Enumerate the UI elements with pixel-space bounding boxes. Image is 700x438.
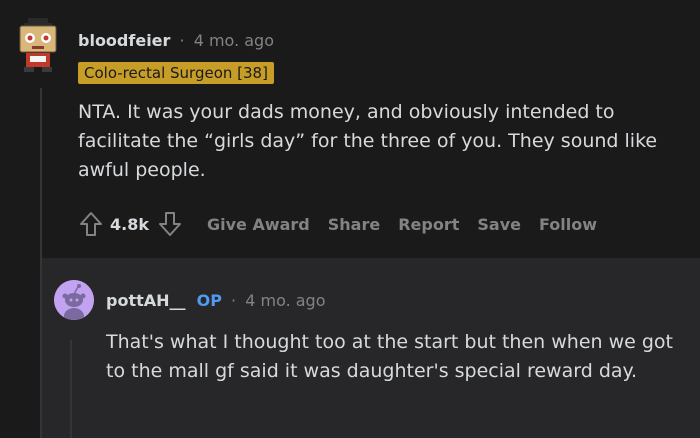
robot-box-avatar-icon <box>19 18 57 72</box>
op-badge: OP <box>196 291 222 310</box>
username[interactable]: bloodfeier <box>78 31 170 50</box>
meta-separator: · <box>231 291 237 310</box>
comment-meta: bloodfeier · 4 mo. ago <box>78 31 274 51</box>
timestamp[interactable]: 4 mo. ago <box>245 291 325 310</box>
comment-parent: bloodfeier · 4 mo. ago Colo-rectal Surge… <box>0 0 700 438</box>
username[interactable]: pottAH__ <box>106 291 186 310</box>
comment-actions: 4.8k Give Award Share Report Save Follow <box>76 208 597 240</box>
timestamp[interactable]: 4 mo. ago <box>194 31 274 50</box>
comment-meta: pottAH__ OP · 4 mo. ago <box>106 291 326 311</box>
snoo-avatar-icon <box>54 280 94 320</box>
give-award-button[interactable]: Give Award <box>207 215 310 234</box>
follow-button[interactable]: Follow <box>539 215 597 234</box>
save-button[interactable]: Save <box>477 215 521 234</box>
share-button[interactable]: Share <box>328 215 380 234</box>
report-button[interactable]: Report <box>398 215 459 234</box>
downvote-arrow-icon[interactable] <box>155 209 185 239</box>
user-avatar[interactable] <box>16 16 60 74</box>
user-flair: Colo-rectal Surgeon [38] <box>78 62 274 84</box>
vote-score: 4.8k <box>110 214 149 234</box>
comment-body: NTA. It was your dads money, and obvious… <box>78 101 658 181</box>
comment-body: That's what I thought too at the start b… <box>106 331 674 382</box>
thread-line[interactable] <box>70 340 72 438</box>
user-avatar[interactable] <box>54 280 94 320</box>
meta-separator: · <box>179 31 185 50</box>
upvote-arrow-icon[interactable] <box>76 209 106 239</box>
